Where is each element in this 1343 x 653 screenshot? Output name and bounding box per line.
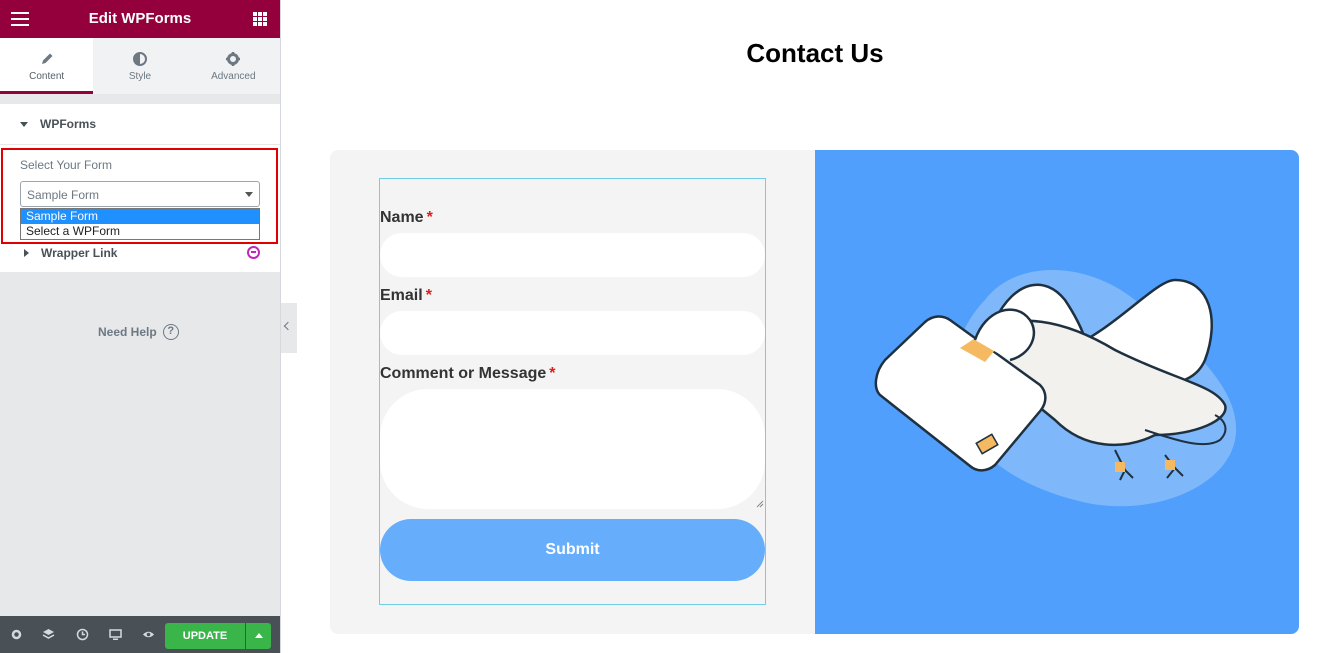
- name-label-text: Name: [380, 209, 424, 226]
- message-textarea[interactable]: [380, 389, 765, 509]
- wrapper-link-section-toggle[interactable]: Wrapper Link: [20, 246, 117, 260]
- email-label: Email *: [380, 287, 432, 305]
- caret-up-icon: [255, 633, 263, 638]
- elementor-addon-icon: [247, 246, 260, 259]
- wrapper-link-label: Wrapper Link: [41, 246, 118, 260]
- update-button[interactable]: UPDATE: [165, 623, 245, 649]
- contact-card: Name * Email * Comment or Message * Submit: [330, 150, 1299, 634]
- tab-advanced-label: Advanced: [211, 71, 256, 82]
- gear-icon: [226, 52, 241, 66]
- tab-content-label: Content: [29, 71, 65, 82]
- required-mark: *: [549, 365, 556, 382]
- navigator-layers-icon[interactable]: [42, 628, 55, 641]
- submit-button[interactable]: Submit: [380, 519, 765, 581]
- tab-content[interactable]: Content: [0, 38, 94, 94]
- pencil-icon: [41, 53, 53, 64]
- settings-gear-icon[interactable]: [10, 628, 23, 641]
- section-title: WPForms: [40, 117, 97, 131]
- collapse-panel-toggle[interactable]: [281, 303, 297, 353]
- wpforms-section-toggle[interactable]: WPForms: [20, 117, 96, 131]
- dropdown-option[interactable]: Sample Form: [21, 209, 259, 224]
- name-input[interactable]: [380, 233, 765, 277]
- wpforms-widget[interactable]: Name * Email * Comment or Message * Submit: [379, 178, 766, 605]
- sidebar-title: Edit WPForms: [88, 10, 192, 27]
- caret-down-icon: [20, 121, 28, 127]
- update-options-button[interactable]: [246, 623, 271, 649]
- dropdown-option[interactable]: Select a WPForm: [21, 224, 259, 239]
- sidebar-header: Edit WPForms: [0, 0, 280, 38]
- preview-eye-icon[interactable]: [142, 628, 155, 641]
- tab-style-label: Style: [128, 71, 152, 82]
- need-help-link[interactable]: Need Help ?: [98, 324, 179, 340]
- form-select[interactable]: Sample Form: [20, 181, 260, 207]
- select-form-label: Select Your Form: [20, 158, 113, 172]
- message-label: Comment or Message *: [380, 365, 556, 383]
- email-input[interactable]: [380, 311, 765, 355]
- caret-right-icon: [24, 249, 29, 257]
- required-mark: *: [426, 209, 433, 226]
- form-select-value: Sample Form: [27, 188, 100, 202]
- half-circle-icon: [132, 52, 147, 66]
- email-label-text: Email: [380, 287, 423, 304]
- history-icon[interactable]: [76, 628, 89, 641]
- sidebar-footer: UPDATE: [0, 616, 280, 653]
- bird-with-letter-illustration: [874, 270, 1237, 507]
- tab-style[interactable]: Style: [93, 38, 187, 94]
- responsive-desktop-icon[interactable]: [109, 628, 122, 641]
- chevron-left-icon: [283, 321, 293, 331]
- required-mark: *: [425, 287, 432, 304]
- editor-sidebar: Edit WPForms Content Style Advanced WPFo…: [0, 0, 281, 653]
- message-label-text: Comment or Message: [380, 365, 547, 382]
- need-help-label: Need Help: [98, 325, 157, 339]
- page-title: Contact Us: [746, 38, 884, 68]
- tab-advanced[interactable]: Advanced: [186, 38, 280, 94]
- widgets-grid-icon[interactable]: [253, 12, 267, 26]
- section-divider: [0, 144, 280, 145]
- chevron-down-icon: [245, 192, 253, 197]
- resize-handle-icon[interactable]: [756, 500, 764, 508]
- name-label: Name *: [380, 209, 433, 227]
- question-icon: ?: [162, 324, 179, 340]
- form-select-dropdown: Sample Form Select a WPForm: [20, 208, 260, 240]
- panel-tabs: Content Style Advanced: [0, 38, 280, 94]
- illustration-panel: [815, 150, 1299, 634]
